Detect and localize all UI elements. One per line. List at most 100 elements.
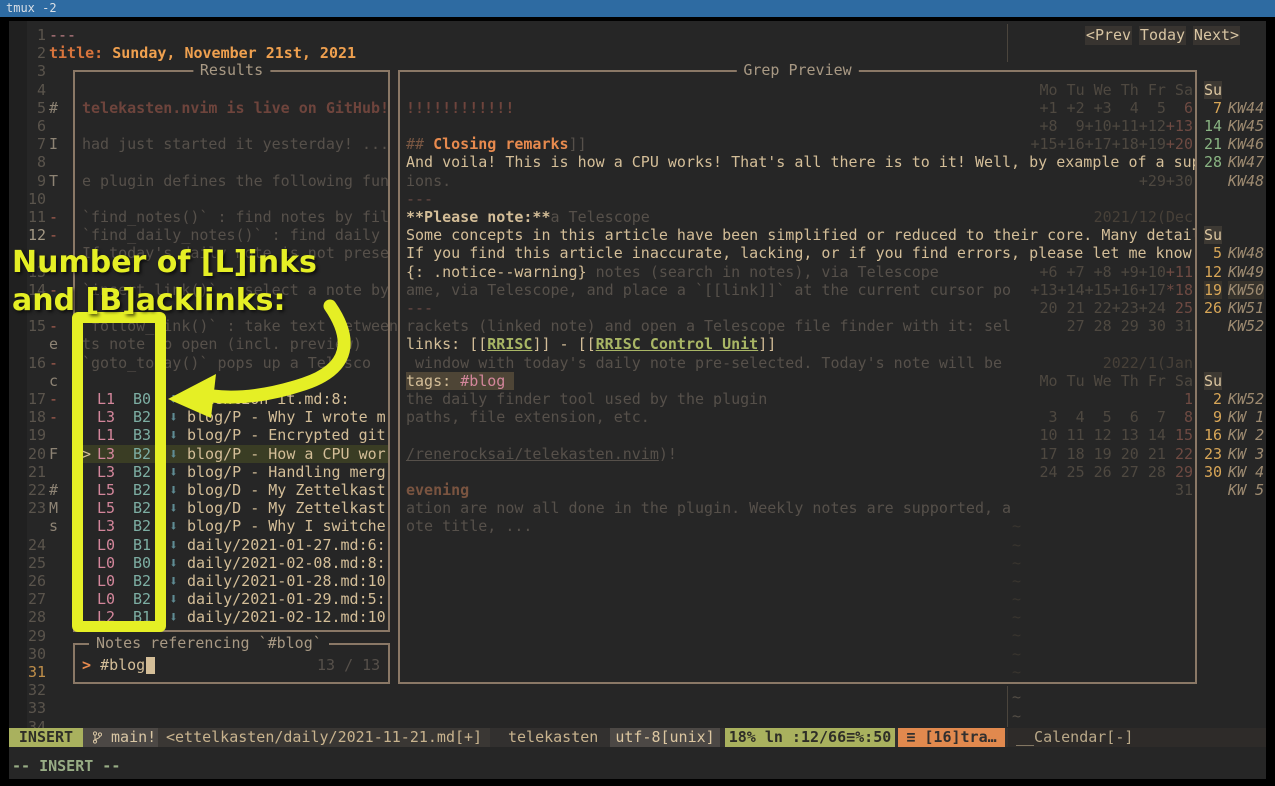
calendar-sunday-date[interactable]: 14 xyxy=(1204,117,1222,135)
preview-text-segment: {: .notice--warning} xyxy=(406,263,587,281)
result-filename: blog/P - Why I switche xyxy=(187,517,386,535)
down-arrow-icon: ⬇ xyxy=(169,463,178,481)
preview-text-segment: Closing remarks xyxy=(433,135,568,153)
tmux-title: tmux -2 xyxy=(6,1,57,15)
calendar-sunday-date[interactable]: 2 xyxy=(1204,390,1222,408)
annotation-line1: Number of [L]inks xyxy=(12,244,317,282)
calendar-week-number: KW 4 xyxy=(1228,463,1264,481)
preview-text-segment: #blog xyxy=(460,372,514,390)
down-arrow-icon: ⬇ xyxy=(169,445,178,463)
line-number: 26 xyxy=(18,572,46,590)
result-filename: blog/P - Encrypted git xyxy=(187,426,386,444)
line-number: 20 xyxy=(18,445,46,463)
line-number: 6 xyxy=(18,117,46,135)
preview-line: **Please note:**a Telescope xyxy=(406,208,650,226)
calendar-sunday-date[interactable]: 21 xyxy=(1204,135,1222,153)
trailing-whitespace-segment: ≡ [16]tra… xyxy=(898,728,1005,747)
down-arrow-icon: ⬇ xyxy=(169,390,178,408)
calendar-sunday-header-nov: Su xyxy=(1204,81,1222,99)
buffer-margin-char: M xyxy=(49,499,58,517)
result-filename: i mention it.md:8: xyxy=(187,390,350,408)
calendar-nav-today-button[interactable]: Today xyxy=(1139,26,1186,45)
down-arrow-icon: ⬇ xyxy=(169,554,178,572)
prompt-input[interactable]: > #blog xyxy=(82,656,145,674)
calendar-sunday-date[interactable]: 19 xyxy=(1204,281,1222,299)
buffer-margin-char: - xyxy=(49,208,58,226)
line-number: 11 xyxy=(18,208,46,226)
calendar-week-number: KW 5 xyxy=(1228,481,1264,499)
buffer-margin-char: - xyxy=(49,354,58,372)
down-arrow-icon: ⬇ xyxy=(169,426,178,444)
calendar-week-number: KW46 xyxy=(1228,135,1264,153)
preview-line: --- xyxy=(406,299,433,317)
preview-line: ame, via Telescope, and place a `[[link]… xyxy=(406,281,1011,299)
line-number: 30 xyxy=(18,645,46,663)
preview-line: evening xyxy=(406,481,469,499)
preview-text-segment: RRISC Control Unit xyxy=(596,335,759,353)
encoding-segment: utf-8[unix] xyxy=(610,728,720,747)
buffer-margin-char: # xyxy=(49,481,58,499)
calendar-sunday-date[interactable]: 12 xyxy=(1204,263,1222,281)
calendar-sunday-date[interactable]: 7 xyxy=(1204,99,1222,117)
preview-text-segment: **Please note:** xyxy=(406,208,551,226)
preview-text-segment: Some concepts in this article have been … xyxy=(406,226,1195,244)
preview-text-segment: the daily finder tool used by the plugin xyxy=(406,390,767,408)
preview-text-segment: ions. xyxy=(406,172,451,190)
preview-text-segment: !!!!!!!!!!!! xyxy=(406,99,514,117)
calendar-sunday-date[interactable]: 26 xyxy=(1204,299,1222,317)
preview-text-segment: window with today's daily note pre-selec… xyxy=(406,354,1002,372)
git-branch-icon xyxy=(93,731,102,744)
preview-text-segment: tags: xyxy=(406,372,460,390)
preview-text-segment: And voila! This is how a CPU works! That… xyxy=(406,153,1195,171)
calendar-week-number: KW 2 xyxy=(1228,426,1264,444)
line-number: 3 xyxy=(18,62,46,80)
preview-line: ## Closing remarks]] xyxy=(406,135,587,153)
calendar-nav-next-button[interactable]: Next> xyxy=(1193,26,1240,45)
result-filename: daily/2021-01-29.md:5: xyxy=(187,590,386,608)
preview-line: ions. xyxy=(406,172,451,190)
down-arrow-icon: ⬇ xyxy=(169,481,178,499)
preview-line: ote title, ... xyxy=(406,517,532,535)
buffer-margin-char: - xyxy=(49,390,58,408)
preview-line: tags: #blog xyxy=(406,372,514,390)
preview-text-segment: a Telescope xyxy=(551,208,650,226)
plugin-name: telekasten xyxy=(508,728,598,747)
calendar-sunday-date[interactable]: 9 xyxy=(1204,408,1222,426)
result-filename: blog/P - How a CPU wor xyxy=(187,445,386,463)
calendar-nav-prev-button[interactable]: <Prev xyxy=(1085,26,1132,45)
calendar-sunday-date[interactable]: 16 xyxy=(1204,426,1222,444)
grep-preview-content: !!!!!!!!!!!! ## Closing remarks]]And voil… xyxy=(400,72,1195,682)
calendar-sunday-header-dec: Su xyxy=(1204,226,1222,244)
result-filename: blog/D - My Zettelkast xyxy=(187,499,386,517)
line-number: 21 xyxy=(18,463,46,481)
down-arrow-icon: ⬇ xyxy=(169,536,178,554)
result-filename: blog/D - My Zettelkast xyxy=(187,481,386,499)
buffer-margin-char: e xyxy=(49,335,58,353)
calendar-sunday-date[interactable]: 5 xyxy=(1204,244,1222,262)
line-number: 9 xyxy=(18,172,46,190)
down-arrow-icon: ⬇ xyxy=(169,499,178,517)
calendar-week-number: KW44 xyxy=(1228,99,1264,117)
result-filename: daily/2021-02-08.md:8: xyxy=(187,554,386,572)
down-arrow-icon: ⬇ xyxy=(169,572,178,590)
buffer-margin-char: T xyxy=(49,172,58,190)
preview-text-segment: ation are now all done in the plugin. We… xyxy=(406,499,1011,517)
preview-line: paths, file extension, etc. xyxy=(406,408,650,426)
preview-text-segment: ]] - [[ xyxy=(532,335,595,353)
calendar-sunday-date[interactable]: 30 xyxy=(1204,463,1222,481)
preview-line: !!!!!!!!!!!! xyxy=(406,99,514,117)
git-branch-label: main! xyxy=(111,728,156,746)
line-number: 4 xyxy=(18,81,46,99)
buffer-margin-char: - xyxy=(49,226,58,244)
calendar-sunday-date[interactable]: 23 xyxy=(1204,445,1222,463)
position-segment: 18% ln :12/66≡%:50 xyxy=(725,728,895,747)
tmux-titlebar: tmux -2 xyxy=(0,0,1275,17)
calendar-sunday-date[interactable]: 28 xyxy=(1204,153,1222,171)
annotation-line2: and [B]acklinks: xyxy=(12,282,286,320)
calendar-week-number: KW50 xyxy=(1228,281,1264,299)
line-number: 8 xyxy=(18,153,46,171)
calendar-week-number: KW48 xyxy=(1228,172,1264,190)
line-number: 12 xyxy=(18,226,46,244)
preview-text-segment: --- xyxy=(406,299,433,317)
buffer-margin-char: c xyxy=(49,372,58,390)
